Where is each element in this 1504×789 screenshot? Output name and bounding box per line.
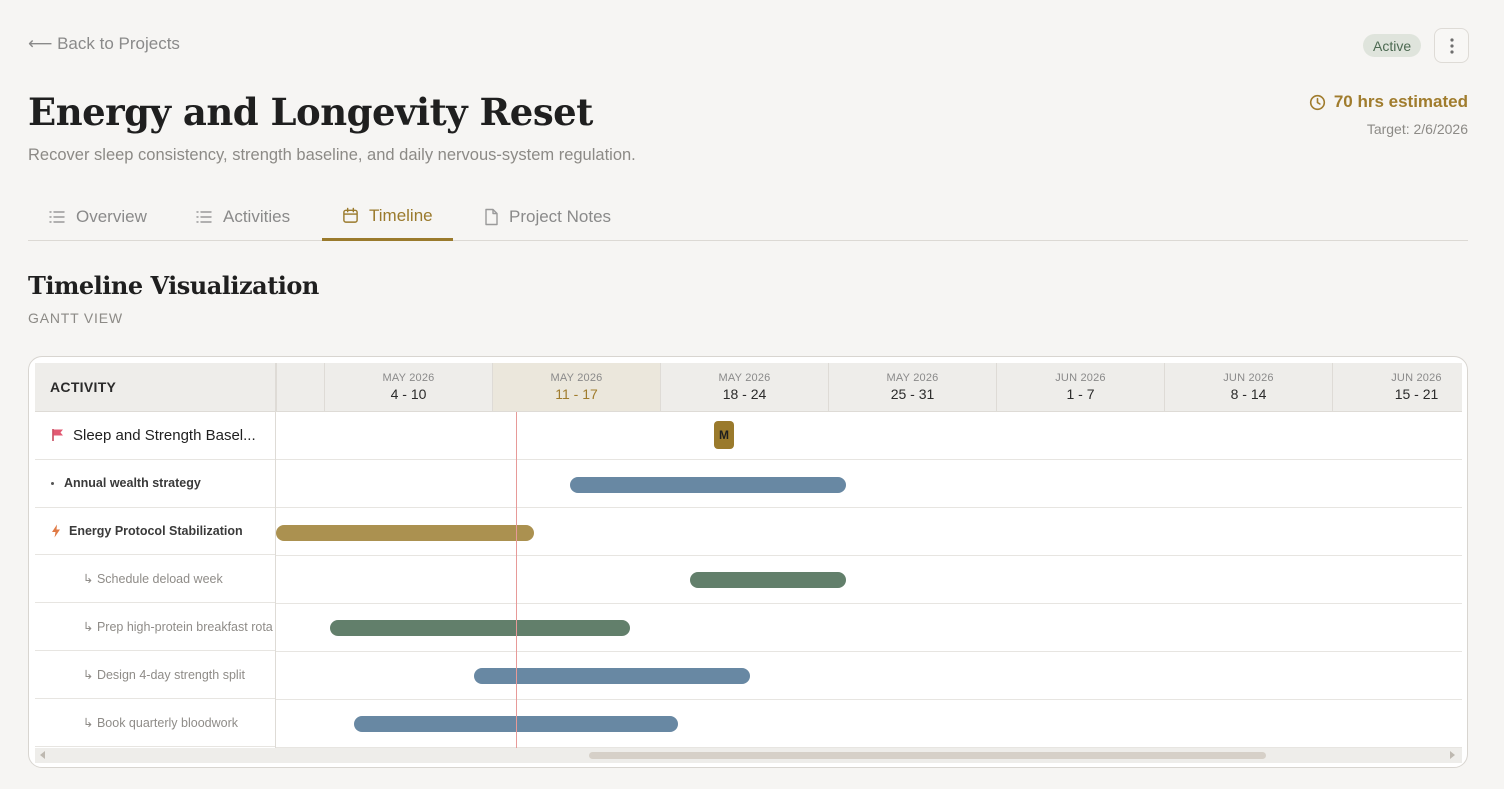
- target-date: Target: 2/6/2026: [1366, 121, 1468, 137]
- week-month: MAY 2026: [550, 372, 603, 384]
- gantt-card: ACTIVITY Sleep and Strength Basel... Ann…: [28, 356, 1468, 768]
- row-divider: [276, 507, 1462, 508]
- section-subtitle: GANTT VIEW: [28, 310, 123, 326]
- week-range: 4 - 10: [390, 386, 427, 402]
- week-header: MAY 2026 25 - 31: [828, 363, 996, 412]
- row-divider: [276, 555, 1462, 556]
- week-month: MAY 2026: [718, 372, 771, 384]
- week-header: MAY 2026 4 - 10: [324, 363, 492, 412]
- week-range: 25 - 31: [890, 386, 935, 402]
- estimate-text: 70 hrs estimated: [1333, 92, 1468, 111]
- gantt-bar-prep-breakfast[interactable]: [330, 620, 630, 636]
- activity-row-subtask[interactable]: ↳ Book quarterly bloodwork: [35, 699, 275, 747]
- activity-label: Energy Protocol Stabilization: [69, 523, 243, 538]
- row-divider: [276, 651, 1462, 652]
- tab-bar: Overview Activities Timeline Project Not…: [28, 193, 1468, 241]
- timeline-area: MAY 2026 4 - 10 MAY 2026 11 - 17 MAY 202…: [276, 363, 1462, 763]
- lightning-icon: [52, 524, 60, 538]
- week-header: JUN 2026 8 - 14: [1164, 363, 1332, 412]
- more-vertical-icon: [1449, 37, 1454, 54]
- week-range: 8 - 14: [1230, 386, 1267, 402]
- scroll-left-icon[interactable]: [40, 751, 45, 759]
- today-indicator: [516, 412, 517, 763]
- tab-timeline[interactable]: Timeline: [322, 193, 453, 241]
- flag-icon: [52, 429, 63, 442]
- gantt-bar-annual-wealth-strategy[interactable]: [570, 477, 846, 493]
- week-header: MAY 2026 18 - 24: [660, 363, 828, 412]
- scroll-right-icon[interactable]: [1450, 751, 1455, 759]
- row-divider: [276, 699, 1462, 700]
- week-header-current: MAY 2026 11 - 17: [492, 363, 660, 412]
- activity-row-group[interactable]: Energy Protocol Stabilization: [35, 508, 275, 556]
- activity-header: ACTIVITY: [35, 363, 275, 412]
- gantt-bar-energy-protocol[interactable]: [276, 525, 534, 541]
- week-range: 11 - 17: [555, 386, 598, 402]
- gantt-bar-schedule-deload[interactable]: [690, 572, 846, 588]
- horizontal-scrollbar[interactable]: [35, 748, 1462, 763]
- clock-icon: [1309, 94, 1325, 110]
- activity-row-group[interactable]: Annual wealth strategy: [35, 460, 275, 508]
- status-badge: Active: [1363, 34, 1422, 57]
- more-options-button[interactable]: [1434, 28, 1469, 63]
- list-icon: [49, 211, 65, 223]
- week-month: MAY 2026: [886, 372, 939, 384]
- section-title: Timeline Visualization: [28, 271, 319, 300]
- activity-label: ↳ Schedule deload week: [83, 572, 223, 587]
- week-month: JUN 2026: [1391, 372, 1442, 384]
- tab-overview[interactable]: Overview: [28, 193, 167, 241]
- tab-label: Project Notes: [509, 207, 612, 226]
- time-estimate: 70 hrs estimated: [1309, 92, 1468, 112]
- scroll-thumb[interactable]: [589, 752, 1266, 759]
- activity-row-milestone[interactable]: Sleep and Strength Basel...: [35, 412, 275, 460]
- tab-activities[interactable]: Activities: [175, 193, 310, 241]
- activity-row-subtask[interactable]: ↳ Design 4-day strength split: [35, 651, 275, 699]
- tab-label: Activities: [223, 207, 291, 226]
- list-icon: [196, 211, 212, 223]
- week-range: 15 - 21: [1394, 386, 1439, 402]
- week-range: 18 - 24: [722, 386, 767, 402]
- week-header: JUN 2026 15 - 21: [1332, 363, 1462, 412]
- activity-label: Annual wealth strategy: [64, 476, 201, 491]
- milestone-marker[interactable]: M: [714, 421, 734, 449]
- tab-label: Overview: [76, 207, 147, 226]
- gantt-chart: ACTIVITY Sleep and Strength Basel... Ann…: [35, 363, 1462, 763]
- document-icon: [485, 208, 498, 226]
- back-to-projects-link[interactable]: ⟵ Back to Projects: [28, 34, 180, 54]
- week-month: JUN 2026: [1223, 372, 1274, 384]
- activity-column: ACTIVITY Sleep and Strength Basel... Ann…: [35, 363, 276, 763]
- activity-label: ↳ Design 4-day strength split: [83, 667, 245, 682]
- page-title: Energy and Longevity Reset: [28, 90, 593, 134]
- activity-label: Sleep and Strength Basel...: [73, 426, 256, 444]
- bullet-icon: [51, 481, 54, 485]
- calendar-icon: [343, 207, 358, 223]
- week-range: 1 - 7: [1066, 386, 1095, 402]
- activity-label: ↳ Prep high-protein breakfast rota: [83, 620, 273, 635]
- tab-label: Timeline: [369, 205, 433, 225]
- activity-row-subtask[interactable]: ↳ Schedule deload week: [35, 555, 275, 604]
- week-header: JUN 2026 1 - 7: [996, 363, 1164, 412]
- activity-label: ↳ Book quarterly bloodwork: [83, 715, 238, 730]
- tab-project-notes[interactable]: Project Notes: [463, 193, 631, 241]
- week-month: JUN 2026: [1055, 372, 1106, 384]
- row-divider: [276, 603, 1462, 604]
- week-month: MAY 2026: [382, 372, 435, 384]
- week-header-partial: [276, 363, 324, 412]
- activity-row-subtask[interactable]: ↳ Prep high-protein breakfast rota: [35, 603, 275, 651]
- project-subtitle: Recover sleep consistency, strength base…: [28, 146, 636, 164]
- row-divider: [276, 459, 1462, 460]
